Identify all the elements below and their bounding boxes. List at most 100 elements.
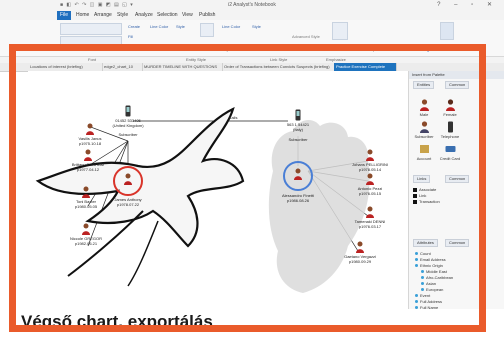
person-icon[interactable]	[366, 206, 375, 218]
tab-links-common[interactable]: Common	[445, 175, 470, 183]
node-number: p1975.10.18	[78, 141, 102, 146]
attribute-item[interactable]: Event	[415, 293, 430, 298]
person-icon[interactable]	[84, 149, 93, 161]
node-number: p1982.06.21	[74, 241, 98, 246]
subscriber-icon	[419, 121, 429, 133]
tab-entities-common[interactable]: Common	[445, 81, 470, 89]
line-color-b-button[interactable]: Line Color	[222, 24, 240, 29]
person-icon[interactable]	[86, 123, 95, 135]
tab-attributes[interactable]: Attributes	[413, 239, 438, 247]
subscriber-label-right: Subscriber	[288, 137, 308, 142]
representation-label[interactable]: Representation	[368, 47, 395, 52]
fill-button[interactable]: Fill	[128, 34, 133, 39]
caption-strip: Végső chart, exportálás	[0, 309, 504, 338]
text-icon[interactable]	[200, 23, 214, 37]
text-label: Text	[202, 47, 210, 52]
tab-edge2[interactable]: edge2_chart_10	[102, 63, 143, 71]
file-menu-button[interactable]: File	[57, 11, 71, 20]
style-b-button[interactable]: Style	[252, 24, 261, 29]
create-button[interactable]: Create	[128, 24, 140, 29]
node-number: p1976.05.15	[358, 191, 382, 196]
line-font-button[interactable]: Line Font	[162, 47, 179, 52]
entity-label: Male	[419, 112, 429, 117]
entity-label: Account	[416, 156, 432, 161]
slide-caption: Végső chart, exportálás	[21, 312, 213, 331]
account-icon	[419, 145, 429, 153]
group-font: Font	[88, 57, 97, 62]
entity-label: Telephone	[440, 134, 460, 139]
attribute-item[interactable]: Asian	[421, 281, 436, 286]
chart-canvas[interactable]: Vasilis Janus p1975.10.18 Brittany SORHAM…	[28, 71, 408, 309]
entity-label: Female	[443, 112, 457, 117]
palette-entity-telephone[interactable]: Telephone	[439, 121, 461, 139]
person-icon[interactable]	[82, 223, 91, 235]
node-number: p1976.03.17	[358, 224, 382, 229]
node-number: p1980.09.29	[348, 259, 372, 264]
link-link[interactable]: Link	[413, 193, 426, 198]
node-number: p1978.05.14	[358, 167, 382, 172]
palette-entity-subscriber[interactable]: Subscriber	[413, 121, 435, 139]
label-font-button[interactable]: Label Font	[120, 47, 139, 52]
tab-links[interactable]: Links	[413, 175, 431, 183]
dove-illustration	[35, 106, 245, 248]
menu-view[interactable]: View	[182, 12, 193, 18]
menu-arrange[interactable]: Arrange	[94, 12, 112, 18]
attribute-item[interactable]: European	[421, 287, 443, 292]
attribute-item[interactable]: Full Address	[415, 299, 442, 304]
palette-entity-account[interactable]: Account	[413, 143, 435, 161]
title-bar: ■ ◧ ↶ ↷ ◫ ▣ ◩ ▤ ◱ ▾ i2 Analyst's Noteboo…	[0, 0, 504, 11]
tab-order-transactions[interactable]: Order of Transactions between Convicts S…	[222, 63, 335, 71]
telephone-icon	[447, 121, 453, 133]
window-controls[interactable]: ? – ▫ ✕	[437, 1, 498, 8]
hand-illustration	[268, 119, 370, 293]
representation-icon[interactable]	[332, 22, 348, 40]
person-icon[interactable]	[82, 186, 91, 198]
attribute-item[interactable]: Ethnic Origin	[415, 263, 443, 268]
node-number: p1986.08.26	[286, 198, 310, 203]
attribute-item[interactable]: Email Address	[415, 257, 446, 262]
node-number: p1980.05.05	[74, 204, 98, 209]
window-title: i2 Analyst's Notebook	[228, 2, 276, 8]
person-icon[interactable]	[124, 173, 133, 185]
person-icon[interactable]	[356, 241, 365, 253]
menu-selection[interactable]: Selection	[157, 12, 178, 18]
tab-locations[interactable]: Locations of interest (briefing)	[28, 63, 103, 71]
attribute-item[interactable]: Count	[415, 251, 431, 256]
palette-entity-female[interactable]: Female	[439, 99, 461, 117]
formatting-button[interactable]: Formatting ▾	[410, 47, 432, 52]
person-icon[interactable]	[366, 149, 375, 161]
attribute-item[interactable]: Middle East	[421, 269, 447, 274]
entity-label: Credit Card	[439, 156, 461, 161]
group-link-style: Link Style	[270, 57, 288, 62]
attribute-item[interactable]: Afro-Caribbean	[421, 275, 453, 280]
credit-card-icon	[445, 146, 455, 152]
style-button[interactable]: Style	[176, 24, 185, 29]
menu-analyze[interactable]: Analyze	[135, 12, 153, 18]
tab-murder-timeline[interactable]: MURDER TIMELINE WITH QUESTIONS	[142, 63, 223, 71]
ribbon: Create Line Color Style Fill Line Color …	[0, 20, 504, 57]
menu-home[interactable]: Home	[76, 12, 89, 18]
formatting-icon[interactable]	[440, 22, 454, 40]
menu-style[interactable]: Style	[117, 12, 128, 18]
palette-entity-credit-card[interactable]: Credit Card	[439, 143, 461, 161]
telephone-icon[interactable]	[294, 109, 303, 121]
tab-attributes-common[interactable]: Common	[445, 239, 470, 247]
font-size-box[interactable]	[60, 36, 122, 48]
person-icon[interactable]	[366, 173, 375, 185]
telephone-icon[interactable]	[124, 105, 133, 117]
palette-entity-male[interactable]: Male	[413, 99, 435, 117]
menu-publish[interactable]: Publish	[199, 12, 215, 18]
group-entity-style: Entity Style	[186, 57, 207, 62]
tab-entities[interactable]: Entities	[413, 81, 435, 89]
link-transaction[interactable]: Transaction	[413, 199, 440, 204]
person-icon[interactable]	[294, 168, 303, 180]
link-associate[interactable]: Associate	[413, 187, 436, 192]
female-icon	[445, 99, 455, 111]
subscriber-label-left: Subscriber	[118, 132, 138, 137]
tab-practice-exercise[interactable]: Practice Exercise Complete	[334, 63, 397, 71]
node-number: p1977.04.12	[76, 167, 100, 172]
font-box[interactable]	[60, 23, 122, 35]
male-icon	[419, 99, 429, 111]
line-color-button[interactable]: Line Color	[150, 24, 168, 29]
advanced-style-label[interactable]: Advanced Style	[292, 34, 320, 39]
